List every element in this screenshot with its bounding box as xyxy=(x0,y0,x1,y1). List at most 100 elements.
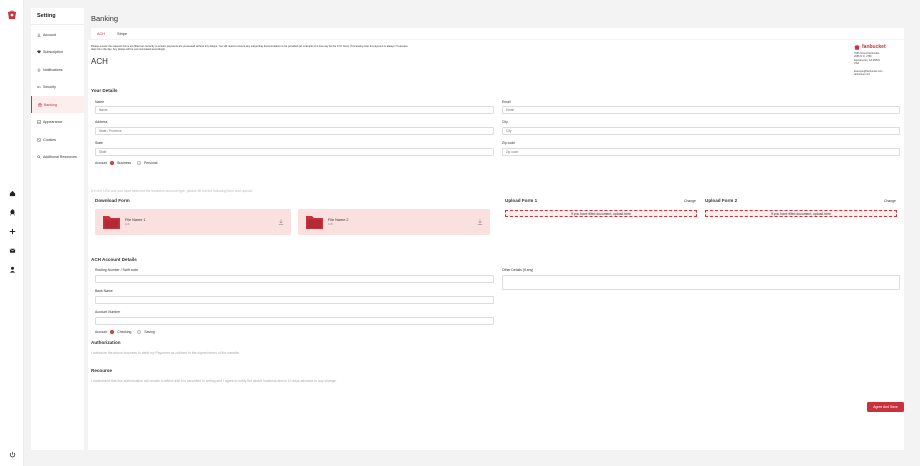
radio-personal[interactable] xyxy=(137,161,142,165)
brand-contact: Example@fanbucket.com fanbucket.com xyxy=(854,70,902,77)
authorization-title: Authorization xyxy=(91,340,121,345)
settings-sidebar: Setting Account Subscription Notificatio… xyxy=(31,8,84,450)
address-input[interactable] xyxy=(95,127,494,135)
ach-account-label: Account xyxy=(95,330,108,334)
state-label: State xyxy=(95,141,103,145)
brand-website: fanbucket.com xyxy=(854,73,871,77)
city-label: City xyxy=(502,120,508,124)
account-number-input[interactable] xyxy=(95,317,494,325)
brand-name: fanbucket xyxy=(862,44,886,50)
fanbucket-logo-icon[interactable] xyxy=(7,9,17,20)
routing-label: Routing Number / Swift code xyxy=(95,268,139,272)
folder-icon xyxy=(306,216,323,229)
sidebar-item-label: Security xyxy=(43,85,56,89)
file-card[interactable]: File Name 1 1kB xyxy=(95,209,291,235)
sidebar-item-security[interactable]: Security xyxy=(31,79,84,96)
sidebar-item-label: Notifications xyxy=(43,67,63,72)
fanbucket-icon xyxy=(854,44,860,50)
upload-form-1-dropzone[interactable]: If you have filled document, upload here xyxy=(505,210,697,217)
folder-icon xyxy=(103,216,120,229)
sidebar-item-label: Subscription xyxy=(43,50,63,54)
upload-form-1-title: Upload Form 1 xyxy=(505,198,538,203)
ach-details-title: ACH Account Details xyxy=(91,257,137,262)
upload-form-2-change-link[interactable]: Change xyxy=(884,199,896,203)
email-label: Email xyxy=(502,100,511,104)
sidebar-item-additional-resources[interactable]: Additional Resources xyxy=(31,149,84,166)
account-type-label: Account xyxy=(95,161,108,165)
page-title: Banking xyxy=(91,14,119,23)
routing-input[interactable] xyxy=(95,275,494,283)
file-name: File Name 2 xyxy=(328,218,349,222)
file-size: 1kB xyxy=(328,223,333,226)
download-icon[interactable] xyxy=(278,219,284,225)
user-icon[interactable] xyxy=(8,265,16,273)
email-input[interactable] xyxy=(502,106,900,114)
sidebar-item-label: Cookies xyxy=(43,137,56,142)
account-type-radio-group: Account Business Personal xyxy=(95,161,157,165)
ach-account-radio-group: Account Checking Saving xyxy=(95,330,155,334)
tab-stripe[interactable]: Stripe xyxy=(117,32,127,36)
agree-and-save-button[interactable]: Agree And Save xyxy=(867,402,904,412)
app-rail xyxy=(0,0,24,466)
sidebar-item-label: Additional Resources xyxy=(43,155,77,159)
sidebar-item-label: Appearance xyxy=(43,120,63,124)
key-icon xyxy=(37,85,41,89)
file-name: File Name 1 xyxy=(125,218,146,222)
address-label: Address xyxy=(95,120,108,124)
plus-icon[interactable] xyxy=(8,227,16,235)
image-icon xyxy=(37,120,41,124)
cookie-icon xyxy=(37,137,41,142)
zip-label: Zip code xyxy=(502,141,516,145)
heart-icon xyxy=(37,50,41,54)
state-input[interactable] xyxy=(95,148,494,156)
sidebar-item-subscription[interactable]: Subscription xyxy=(31,44,84,61)
bell-icon xyxy=(37,68,41,72)
sidebar-item-cookies[interactable]: Cookies xyxy=(31,131,84,148)
radio-business[interactable] xyxy=(110,161,115,165)
name-label: Name xyxy=(95,100,105,104)
recourse-title: Recourse xyxy=(91,368,112,373)
your-details-title: Your Details xyxy=(91,88,118,93)
authorization-text: I authorize the above business to debit … xyxy=(91,351,240,355)
download-icon[interactable] xyxy=(477,219,483,225)
business-form-note: If in the USA and you have selected the … xyxy=(91,189,253,193)
sidebar-title: Setting xyxy=(37,13,56,19)
upload-form-1-change-link[interactable]: Change xyxy=(684,199,696,203)
brand-logo: fanbucket xyxy=(854,44,902,50)
zip-input[interactable] xyxy=(502,148,900,156)
sidebar-item-banking[interactable]: Banking xyxy=(31,96,84,113)
download-form-title: Download Form xyxy=(95,198,130,203)
other-details-label: Other Details (If any) xyxy=(502,268,534,272)
brand-address-line: USA xyxy=(854,62,860,66)
upload-form-2-dropzone[interactable]: If you have filled document, upload here xyxy=(705,210,897,217)
bank-name-label: Bank Name xyxy=(95,289,113,293)
banking-card xyxy=(88,40,904,450)
recourse-text: I understand that this authorization wil… xyxy=(91,379,337,383)
bank-name-input[interactable] xyxy=(95,296,494,304)
inbox-icon[interactable] xyxy=(8,246,16,254)
file-card[interactable]: File Name 2 1kB xyxy=(298,209,490,235)
radio-saving[interactable] xyxy=(137,330,142,334)
radio-business-label: Business xyxy=(117,161,132,165)
rocket-icon[interactable] xyxy=(8,208,16,216)
brand-block: fanbucket 7665 GALA Fanbucket 2086 N.O. … xyxy=(854,44,902,76)
search-icon xyxy=(37,155,41,159)
home-icon[interactable] xyxy=(8,189,16,197)
tab-ach[interactable]: ACH xyxy=(97,32,105,36)
ach-heading: ACH xyxy=(91,57,108,66)
sidebar-item-notifications[interactable]: Notifications xyxy=(31,61,84,78)
radio-checking[interactable] xyxy=(110,330,115,334)
file-size: 1kB xyxy=(125,223,130,226)
name-input[interactable] xyxy=(95,106,494,114)
sidebar-item-label: Banking xyxy=(44,102,57,107)
bank-icon xyxy=(38,102,42,107)
other-details-textarea[interactable] xyxy=(502,275,900,290)
power-icon[interactable] xyxy=(8,450,16,458)
radio-checking-label: Checking xyxy=(117,330,132,334)
radio-personal-label: Personal xyxy=(144,161,158,165)
city-input[interactable] xyxy=(502,127,900,135)
tab-bar: ACH Stripe xyxy=(91,28,904,39)
sidebar-item-label: Account xyxy=(43,32,56,37)
sidebar-item-appearance[interactable]: Appearance xyxy=(31,114,84,131)
sidebar-item-account[interactable]: Account xyxy=(31,26,84,43)
